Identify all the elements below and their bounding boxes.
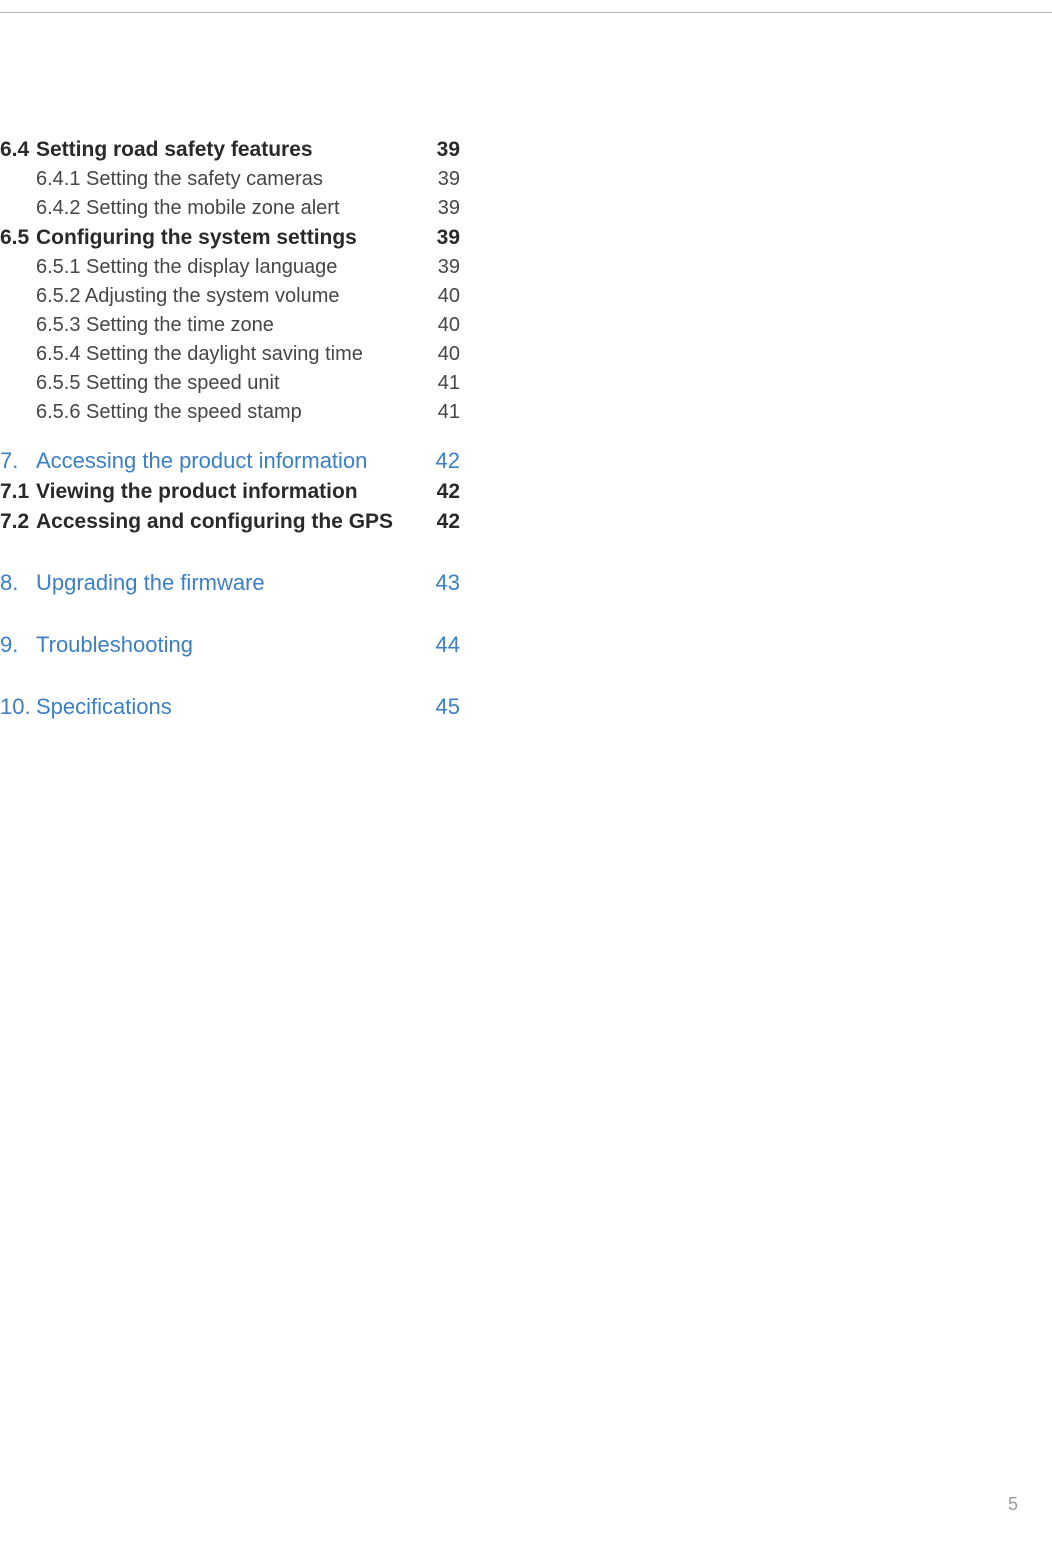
toc-page: 45 — [420, 694, 460, 720]
toc-title: 6.4.2 Setting the mobile zone alert — [36, 197, 420, 220]
toc-number: 10. — [0, 694, 36, 720]
table-of-contents: 6.4 Setting road safety features 39 6.4.… — [0, 138, 460, 726]
toc-number: 6.4 — [0, 138, 36, 162]
toc-page: 39 — [420, 197, 460, 220]
toc-entry: 6.5.6 Setting the speed stamp 41 — [0, 401, 460, 424]
toc-title: 6.5.4 Setting the daylight saving time — [36, 343, 420, 366]
toc-page: 41 — [420, 372, 460, 395]
toc-entry: 7.1 Viewing the product information 42 — [0, 480, 460, 504]
toc-title: 6.5.1 Setting the display language — [36, 256, 420, 279]
toc-title: Setting road safety features — [36, 138, 420, 162]
toc-page: 42 — [420, 510, 460, 534]
toc-title: Upgrading the firmware — [36, 570, 420, 596]
toc-title: 6.5.3 Setting the time zone — [36, 314, 420, 337]
toc-entry: 6.5.2 Adjusting the system volume 40 — [0, 285, 460, 308]
toc-page: 43 — [420, 570, 460, 596]
top-rule — [0, 12, 1052, 13]
toc-page: 41 — [420, 401, 460, 424]
spacer — [0, 430, 460, 448]
toc-entry: 6.4.2 Setting the mobile zone alert 39 — [0, 197, 460, 220]
toc-title: Accessing the product information — [36, 448, 420, 474]
toc-title: 6.5.2 Adjusting the system volume — [36, 285, 420, 308]
toc-entry: 6.4.1 Setting the safety cameras 39 — [0, 168, 460, 191]
toc-entry: 6.5.5 Setting the speed unit 41 — [0, 372, 460, 395]
toc-entry: 10. Specifications 45 — [0, 694, 460, 720]
toc-page: 40 — [420, 343, 460, 366]
toc-page: 40 — [420, 314, 460, 337]
toc-page: 39 — [420, 138, 460, 162]
toc-entry: 6.5 Configuring the system settings 39 — [0, 226, 460, 250]
toc-title: 6.4.1 Setting the safety cameras — [36, 168, 420, 191]
toc-number: 7. — [0, 448, 36, 474]
toc-title: Configuring the system settings — [36, 226, 420, 250]
toc-page: 39 — [420, 168, 460, 191]
toc-title: 6.5.5 Setting the speed unit — [36, 372, 420, 395]
toc-title: Viewing the product information — [36, 480, 420, 504]
toc-entry: 8. Upgrading the firmware 43 — [0, 570, 460, 596]
spacer — [0, 664, 460, 694]
toc-title: Troubleshooting — [36, 632, 420, 658]
toc-entry: 6.5.4 Setting the daylight saving time 4… — [0, 343, 460, 366]
toc-page: 42 — [420, 480, 460, 504]
toc-entry: 7. Accessing the product information 42 — [0, 448, 460, 474]
toc-page: 39 — [420, 256, 460, 279]
toc-entry: 6.5.3 Setting the time zone 40 — [0, 314, 460, 337]
toc-title: 6.5.6 Setting the speed stamp — [36, 401, 420, 424]
toc-number: 6.5 — [0, 226, 36, 250]
toc-page: 39 — [420, 226, 460, 250]
spacer — [0, 602, 460, 632]
toc-page: 42 — [420, 448, 460, 474]
toc-number: 7.1 — [0, 480, 36, 504]
toc-number: 9. — [0, 632, 36, 658]
toc-entry: 7.2 Accessing and configuring the GPS 42 — [0, 510, 460, 534]
toc-entry: 9. Troubleshooting 44 — [0, 632, 460, 658]
toc-entry: 6.4 Setting road safety features 39 — [0, 138, 460, 162]
toc-number: 8. — [0, 570, 36, 596]
toc-page: 44 — [420, 632, 460, 658]
spacer — [0, 540, 460, 570]
page-number: 5 — [1008, 1494, 1018, 1515]
toc-title: Specifications — [36, 694, 420, 720]
toc-entry: 6.5.1 Setting the display language 39 — [0, 256, 460, 279]
toc-title: Accessing and configuring the GPS — [36, 510, 420, 534]
toc-page: 40 — [420, 285, 460, 308]
toc-number: 7.2 — [0, 510, 36, 534]
